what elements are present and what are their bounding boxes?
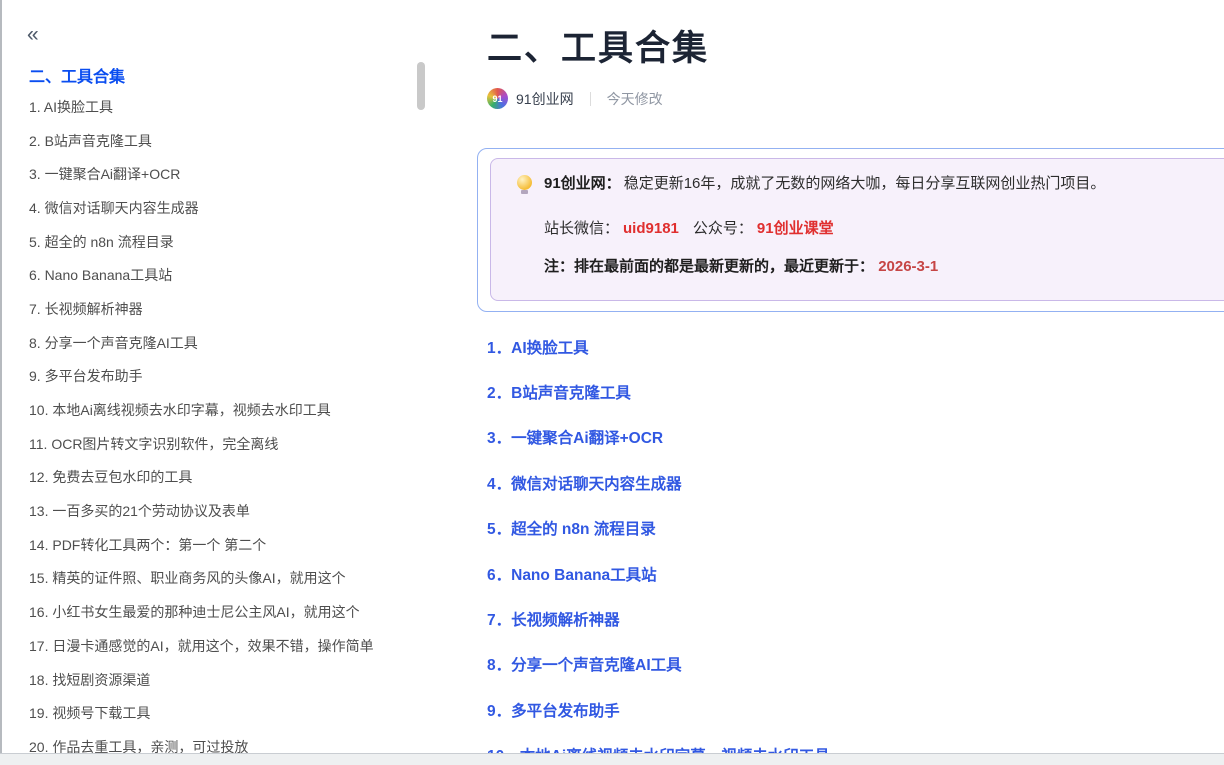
author-row: 91 91创业网 今天修改	[487, 88, 663, 109]
sidebar-toc-item[interactable]: 4. 微信对话聊天内容生成器	[29, 191, 374, 225]
sidebar-toc-item[interactable]: 3. 一键聚合Ai翻译+OCR	[29, 157, 374, 191]
content-link[interactable]: 4．微信对话聊天内容生成器	[487, 460, 830, 505]
notice-line-2: 站长微信：uid9181 公众号：91创业课堂	[544, 218, 1224, 239]
sidebar-collapse-icon[interactable]: «	[27, 24, 39, 45]
content-link[interactable]: 2．B站声音克隆工具	[487, 369, 830, 414]
modified-label: 今天修改	[607, 89, 663, 109]
page: « 二、工具合集 1. AI换脸工具 2. B站声音克隆工具 3. 一键聚合Ai…	[0, 0, 1224, 765]
update-note-label: 注：排在最前面的都是最新更新的，最近更新于：	[544, 258, 874, 275]
content-link[interactable]: 1．AI换脸工具	[487, 324, 830, 369]
notice-line-3: 注：排在最前面的都是最新更新的，最近更新于： 2026-3-1	[544, 256, 1224, 277]
sidebar-scrollbar-thumb[interactable]	[417, 62, 425, 110]
sidebar-toc-item[interactable]: 8. 分享一个声音克隆AI工具	[29, 326, 374, 360]
content-link[interactable]: 9．多平台发布助手	[487, 687, 830, 732]
sidebar-toc-list: 1. AI换脸工具 2. B站声音克隆工具 3. 一键聚合Ai翻译+OCR 4.…	[29, 90, 374, 764]
wechat-id: uid9181	[623, 220, 679, 237]
sidebar-toc-item[interactable]: 6. Nano Banana工具站	[29, 258, 374, 292]
sidebar-toc-item[interactable]: 13. 一百多买的21个劳动协议及表单	[29, 494, 374, 528]
content-link-list: 1．AI换脸工具 2．B站声音克隆工具 3．一键聚合Ai翻译+OCR 4．微信对…	[487, 324, 830, 765]
content-link[interactable]: 5．超全的 n8n 流程目录	[487, 506, 830, 551]
sidebar-toc-item[interactable]: 17. 日漫卡通感觉的AI，就用这个，效果不错，操作简单	[29, 629, 374, 663]
sidebar-toc-item[interactable]: 11. OCR图片转文字识别软件，完全离线	[29, 427, 374, 461]
notice-selection-frame: 91创业网：稳定更新16年，成就了无数的网络大咖，每日分享互联网创业热门项目。 …	[477, 148, 1224, 312]
main-content: 二、工具合集 91 91创业网 今天修改 91创业网：稳定更新16年，成就了无数…	[485, 0, 1224, 765]
wechat-label: 站长微信：	[544, 220, 619, 237]
sidebar-toc-item[interactable]: 16. 小红书女生最爱的那种迪士尼公主风AI，就用这个	[29, 595, 374, 629]
sidebar: « 二、工具合集 1. AI换脸工具 2. B站声音克隆工具 3. 一键聚合Ai…	[2, 0, 430, 765]
sidebar-toc-item[interactable]: 12. 免费去豆包水印的工具	[29, 461, 374, 495]
meta-divider	[590, 92, 591, 106]
sidebar-toc-item[interactable]: 1. AI换脸工具	[29, 90, 374, 124]
content-link[interactable]: 8．分享一个声音克隆AI工具	[487, 642, 830, 687]
sidebar-toc-item[interactable]: 2. B站声音克隆工具	[29, 124, 374, 158]
bottom-scrollbar-track[interactable]	[0, 753, 1224, 765]
page-title: 二、工具合集	[487, 20, 709, 71]
content-link[interactable]: 6．Nano Banana工具站	[487, 551, 830, 596]
sidebar-toc-item[interactable]: 7. 长视频解析神器	[29, 292, 374, 326]
content-link[interactable]: 3．一键聚合Ai翻译+OCR	[487, 415, 830, 460]
content-link[interactable]: 7．长视频解析神器	[487, 596, 830, 641]
sidebar-toc-item[interactable]: 15. 精英的证件照、职业商务风的头像AI，就用这个	[29, 562, 374, 596]
sidebar-toc-item[interactable]: 9. 多平台发布助手	[29, 360, 374, 394]
sidebar-toc-title[interactable]: 二、工具合集	[29, 63, 125, 87]
sidebar-toc-item[interactable]: 10. 本地Ai离线视频去水印字幕，视频去水印工具	[29, 393, 374, 427]
sidebar-toc-item[interactable]: 14. PDF转化工具两个：第一个 第二个	[29, 528, 374, 562]
notice-box: 91创业网：稳定更新16年，成就了无数的网络大咖，每日分享互联网创业热门项目。 …	[490, 158, 1224, 301]
avatar-text: 91	[492, 94, 502, 104]
notice-line-1: 91创业网：稳定更新16年，成就了无数的网络大咖，每日分享互联网创业热门项目。	[517, 173, 1224, 194]
notice-line1-text: 91创业网：稳定更新16年，成就了无数的网络大咖，每日分享互联网创业热门项目。	[544, 173, 1105, 194]
sidebar-toc-item[interactable]: 19. 视频号下载工具	[29, 696, 374, 730]
lightbulb-icon	[517, 175, 532, 190]
update-date: 2026-3-1	[878, 258, 938, 275]
official-account-name: 91创业课堂	[757, 220, 834, 237]
sidebar-toc-item[interactable]: 5. 超全的 n8n 流程目录	[29, 225, 374, 259]
author-avatar: 91	[487, 88, 508, 109]
official-account-label: 公众号：	[693, 220, 753, 237]
author-name: 91创业网	[516, 89, 574, 109]
sidebar-toc-item[interactable]: 18. 找短剧资源渠道	[29, 663, 374, 697]
